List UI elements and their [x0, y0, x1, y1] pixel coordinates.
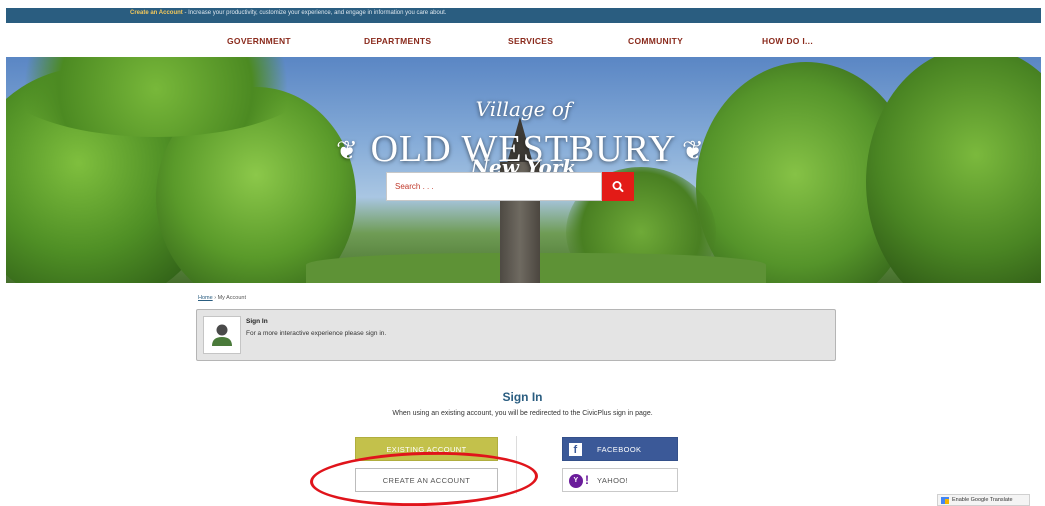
facebook-signin-button[interactable]: f FACEBOOK	[562, 437, 678, 461]
search-box	[386, 172, 602, 201]
existing-account-button[interactable]: EXISTING ACCOUNT	[355, 437, 498, 461]
signin-description: When using an existing account, you will…	[392, 410, 653, 417]
main-navigation: GOVERNMENT DEPARTMENTS SERVICES COMMUNIT…	[6, 24, 1041, 58]
card-title: Sign In	[246, 318, 268, 325]
nav-item-how-do-i[interactable]: HOW DO I...	[762, 36, 813, 46]
google-translate-button[interactable]: Enable Google Translate	[937, 494, 1030, 506]
search-button[interactable]	[602, 172, 634, 201]
translate-label: Enable Google Translate	[952, 497, 1013, 503]
announcement-text: Create an Account - Increase your produc…	[130, 10, 447, 16]
yahoo-signin-button[interactable]: Y ! YAHOO!	[562, 468, 678, 492]
breadcrumb-current: My Account	[217, 295, 247, 301]
user-avatar-icon	[203, 316, 241, 354]
signin-info-card: Sign In For a more interactive experienc…	[196, 309, 836, 361]
breadcrumb: Home › My Account	[198, 295, 246, 301]
yahoo-exclamation-icon: !	[585, 473, 590, 487]
create-account-link[interactable]: Create an Account	[130, 10, 183, 16]
nav-item-government[interactable]: GOVERNMENT	[227, 36, 291, 46]
search-icon	[612, 180, 624, 193]
hero-title-village-of: Village of	[475, 97, 572, 121]
flourish-left-icon: ❦	[336, 135, 358, 165]
yahoo-icon: Y	[569, 474, 583, 488]
avatar-silhouette	[212, 324, 232, 346]
flourish-right-icon: ❦	[682, 135, 704, 165]
nav-item-community[interactable]: COMMUNITY	[628, 36, 683, 46]
nav-item-departments[interactable]: DEPARTMENTS	[364, 36, 431, 46]
card-subtitle: For a more interactive experience please…	[246, 330, 387, 337]
search-input[interactable]	[387, 173, 601, 200]
breadcrumb-separator: ›	[214, 295, 217, 301]
top-announcement-bar: Create an Account - Increase your produc…	[6, 8, 1041, 23]
create-account-button[interactable]: CREATE AN ACCOUNT	[355, 468, 498, 492]
divider	[516, 436, 517, 494]
facebook-icon: f	[569, 443, 582, 456]
google-translate-icon	[941, 497, 949, 504]
hero-banner: Village of OLD WESTBURY New York ❦ ❦	[6, 57, 1041, 283]
facebook-label: FACEBOOK	[597, 445, 642, 454]
signin-heading: Sign In	[502, 390, 543, 404]
announcement-message: - Increase your productivity, customize …	[182, 10, 447, 16]
nav-item-services[interactable]: SERVICES	[508, 36, 553, 46]
breadcrumb-home-link[interactable]: Home	[198, 295, 213, 301]
yahoo-label: YAHOO!	[597, 476, 629, 485]
